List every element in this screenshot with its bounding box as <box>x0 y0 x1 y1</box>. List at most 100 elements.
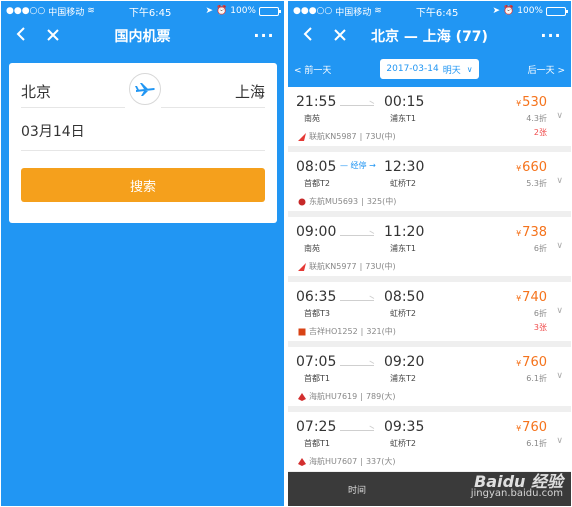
price-value: 660 <box>522 160 547 175</box>
tickets-left: 3张 <box>533 323 547 332</box>
back-icon[interactable] <box>296 21 320 51</box>
flight-row[interactable]: 07:05 首都T1 09:20 浦东T2 海航HU7619 | 789(大) … <box>288 347 571 412</box>
flight-list: 21:55 南苑 00:15 浦东T1 联航KN5987 | 73U(中) ¥5… <box>288 87 571 477</box>
search-screen: ●●●○○ 中国移动 ≋ 下午6:45 ➤ ⏰ 100% 国内机票 ··· 北京 <box>1 1 284 506</box>
more-icon[interactable]: ··· <box>539 21 563 51</box>
departure-airport: 南苑 <box>304 244 320 253</box>
aircraft-type: 321(中) <box>366 327 396 336</box>
nav-bar: 国内机票 ··· <box>1 21 284 51</box>
chevron-down-icon[interactable]: ∨ <box>556 176 563 186</box>
price-value: 530 <box>522 95 547 110</box>
close-icon[interactable] <box>328 21 352 51</box>
discount: 6.1折 <box>526 374 547 383</box>
departure-date: 03月14日 <box>21 124 85 140</box>
chevron-down-icon[interactable]: ∨ <box>556 241 563 251</box>
airline-info: 吉祥HO1252 | 321(中) <box>298 326 396 337</box>
flight-row[interactable]: 21:55 南苑 00:15 浦东T1 联航KN5987 | 73U(中) ¥5… <box>288 87 571 152</box>
departure-city[interactable]: 北京 <box>21 81 51 102</box>
carrier-label: 中国移动 <box>48 7 85 18</box>
airline-info: 联航KN5987 | 73U(中) <box>298 131 396 142</box>
stop-label: — 经停 → <box>340 161 376 170</box>
chevron-down-icon[interactable]: ∨ <box>556 371 563 381</box>
status-time: 下午6:45 <box>415 7 459 19</box>
alarm-icon: ⏰ <box>216 6 228 16</box>
separator: | <box>360 392 363 401</box>
battery-icon <box>545 6 568 16</box>
arrival-airport: 虹桥T2 <box>390 439 416 448</box>
price: ¥740 <box>516 290 547 305</box>
aircraft-type: 73U(中) <box>365 262 396 271</box>
battery-percent: 100% <box>230 6 256 16</box>
arrival-airport: 虹桥T2 <box>390 309 416 318</box>
location-icon: ➤ <box>205 6 214 16</box>
chevron-down-icon[interactable]: ∨ <box>556 306 563 316</box>
search-button[interactable]: 搜索 <box>21 168 265 202</box>
discount: 6折 <box>533 244 547 253</box>
next-day-button[interactable]: 后一天 > <box>528 63 565 76</box>
price-value: 740 <box>522 290 547 305</box>
arrival-time: 00:15 <box>384 94 425 110</box>
price: ¥760 <box>516 355 547 370</box>
more-icon[interactable]: ··· <box>252 21 276 51</box>
wifi-icon: ≋ <box>87 6 95 16</box>
separator: | <box>360 327 364 336</box>
departure-airport: 首都T1 <box>304 439 330 448</box>
watermark-url: jingyan.baidu.com <box>470 488 563 499</box>
arrival-airport: 浦东T1 <box>390 114 416 123</box>
back-icon[interactable] <box>9 21 33 51</box>
city-selector: 北京 上海 <box>21 63 265 117</box>
flight-row[interactable]: 06:35 首都T3 08:50 虹桥T2 吉祥HO1252 | 321(中) … <box>288 282 571 347</box>
discount: 6折 <box>533 309 547 318</box>
flight-number: 联航KN5977 <box>309 262 357 271</box>
sort-by-time-tab[interactable]: 时间 <box>348 483 366 496</box>
watermark: Baidu 经验 jingyan.baidu.com <box>470 472 563 500</box>
signal-icon: ●●●○○ <box>293 6 333 16</box>
arrival-time: 11:20 <box>384 224 425 240</box>
flight-number: 东航MU5693 <box>309 197 359 206</box>
swap-cities-button[interactable] <box>129 73 161 105</box>
chevron-down-icon: ∨ <box>466 64 473 74</box>
arrow-icon <box>340 300 374 301</box>
date-picker[interactable]: 2017-03-14 明天 ∨ <box>380 59 479 79</box>
airline-info: 海航HU7607 | 337(大) <box>298 456 395 467</box>
arrival-city[interactable]: 上海 <box>235 81 265 102</box>
close-icon[interactable] <box>41 21 65 51</box>
watermark-logo: Baidu 经验 <box>474 472 563 491</box>
airline-logo-icon <box>298 457 306 466</box>
day-label: 明天 <box>442 65 461 76</box>
prev-day-button[interactable]: < 前一天 <box>294 63 331 76</box>
aircraft-type: 789(大) <box>365 392 396 401</box>
departure-airport: 首都T3 <box>304 309 330 318</box>
location-icon: ➤ <box>492 6 501 16</box>
alarm-icon: ⏰ <box>503 6 515 16</box>
aircraft-type: 337(大) <box>365 457 396 466</box>
arrival-time: 08:50 <box>384 289 425 305</box>
flight-number: 吉祥HO1252 <box>309 327 358 336</box>
discount: 6.1折 <box>526 439 547 448</box>
flight-row[interactable]: 08:05 首都T2 — 经停 → 12:30 虹桥T2 东航MU5693 | … <box>288 152 571 217</box>
departure-time: 09:00 <box>296 224 337 240</box>
arrow-icon <box>340 235 374 236</box>
aircraft-type: 73U(中) <box>365 132 396 141</box>
flight-number: 海航HU7607 <box>309 457 358 466</box>
departure-time: 07:05 <box>296 354 337 370</box>
arrow-icon <box>340 105 374 106</box>
price: ¥530 <box>516 95 547 110</box>
chevron-down-icon[interactable]: ∨ <box>556 111 563 121</box>
arrow-icon <box>340 430 374 431</box>
departure-time: 08:05 <box>296 159 337 175</box>
departure-airport: 首都T2 <box>304 179 330 188</box>
airplane-icon <box>135 83 155 96</box>
date-selector[interactable]: 03月14日 <box>21 121 265 151</box>
airline-info: 海航HU7619 | 789(大) <box>298 391 395 402</box>
arrival-airport: 浦东T1 <box>390 244 416 253</box>
departure-airport: 首都T1 <box>304 374 330 383</box>
flight-number: 联航KN5987 <box>309 132 357 141</box>
flight-row[interactable]: 07:25 首都T1 09:35 虹桥T2 海航HU7607 | 337(大) … <box>288 412 571 477</box>
wifi-icon: ≋ <box>374 6 382 16</box>
price-value: 760 <box>522 420 547 435</box>
flight-row[interactable]: 09:00 南苑 11:20 浦东T1 联航KN5977 | 73U(中) ¥7… <box>288 217 571 282</box>
battery-icon <box>258 6 281 16</box>
chevron-down-icon[interactable]: ∨ <box>556 436 563 446</box>
selected-date: 2017-03-14 <box>386 64 439 74</box>
